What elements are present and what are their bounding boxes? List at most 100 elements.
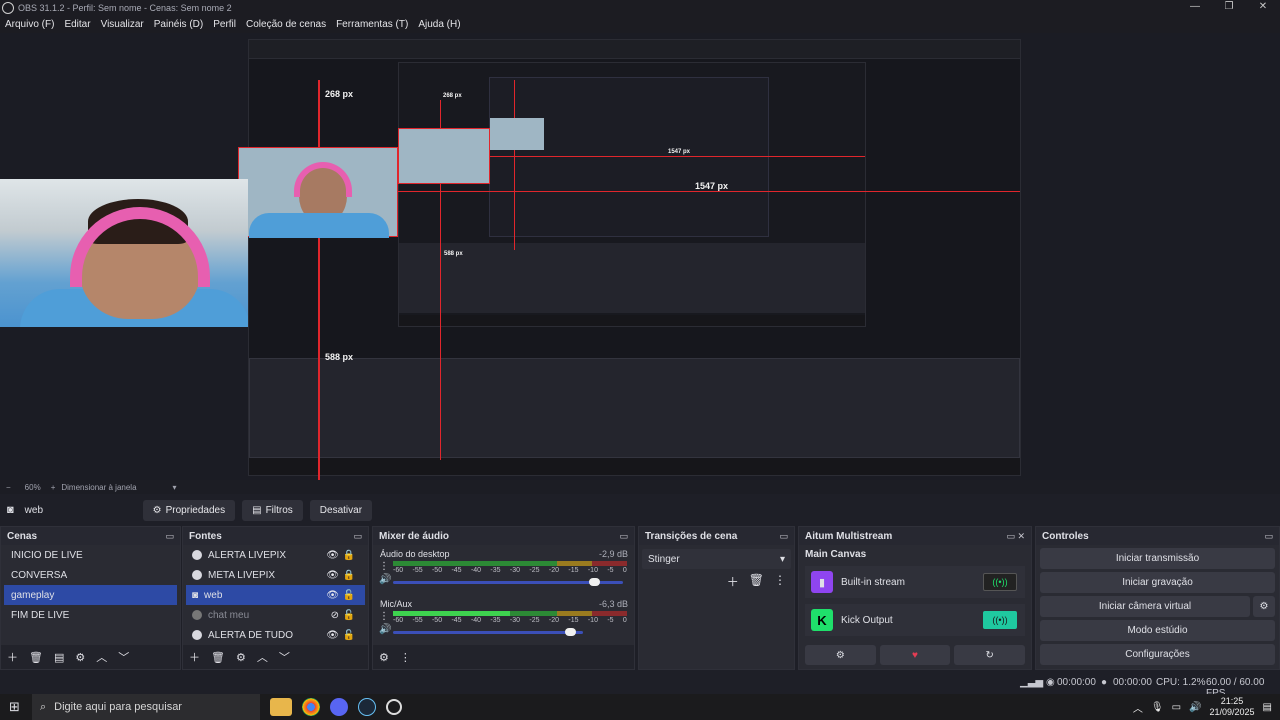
discord-icon[interactable] [330, 698, 348, 716]
mic-icon[interactable]: 🎙 [1151, 702, 1164, 713]
zoom-in-button[interactable]: + [51, 483, 56, 492]
volume-knob[interactable] [589, 578, 600, 586]
chevron-down-icon[interactable]: ﹀ [118, 649, 129, 665]
chevron-up-icon[interactable]: ︿ [257, 649, 268, 665]
gear-icon[interactable]: ⚙ [379, 651, 389, 664]
virtual-camera-settings-button[interactable]: ⚙ [1253, 596, 1275, 617]
studio-mode-button[interactable]: Modo estúdio [1040, 620, 1275, 641]
unlock-icon[interactable]: 🔓 [343, 590, 355, 601]
chevron-down-icon[interactable]: ▾ [173, 483, 177, 492]
scene-item[interactable]: CONVERSA [4, 565, 177, 585]
meter-ticks: -60 -55 -50 -45 -40 -35 -30 -25 -20 -15 -10 -5 0 [393, 567, 627, 574]
channel-db: -2,9 dB [598, 549, 628, 559]
refresh-button[interactable]: ↻ [954, 645, 1026, 665]
speaker-icon[interactable]: 🔊 [379, 624, 391, 635]
obs-taskbar-icon[interactable] [386, 699, 402, 715]
chevron-up-icon[interactable]: ︿ [96, 649, 107, 665]
kebab-menu-icon[interactable]: ⋮ [379, 561, 389, 572]
kebab-menu-icon[interactable]: ⋮ [400, 651, 411, 664]
menu-file[interactable]: Arquivo (F) [0, 19, 59, 30]
source-item-hidden[interactable]: chat meu ⊘ 🔓 [186, 605, 365, 625]
transition-select[interactable]: Stinger ▾ [642, 549, 791, 569]
add-icon[interactable]: ＋ [727, 573, 739, 590]
chrome-icon[interactable] [302, 698, 320, 716]
eye-icon[interactable]: 👁 [326, 570, 339, 581]
refresh-icon: ↻ [985, 649, 994, 661]
menu-tools[interactable]: Ferramentas (T) [331, 19, 413, 30]
steam-icon[interactable] [358, 698, 376, 716]
chevron-down-icon[interactable]: ﹀ [279, 649, 290, 665]
trash-icon[interactable]: 🗑 [211, 651, 225, 664]
start-virtual-camera-button[interactable]: Iniciar câmera virtual [1040, 596, 1250, 617]
chevron-up-icon[interactable]: ︿ [1133, 700, 1143, 715]
scene-item[interactable]: INICIO DE LIVE [4, 545, 177, 565]
filter-icon[interactable]: ▤ [54, 651, 64, 664]
dock-buttons[interactable]: ▭ ✕ [1006, 531, 1025, 542]
start-stream-button[interactable]: Iniciar transmissão [1040, 548, 1275, 569]
properties-button[interactable]: ⚙ Propriedades [142, 499, 236, 521]
gear-icon[interactable]: ⚙ [75, 651, 85, 664]
kebab-menu-icon[interactable]: ⋮ [774, 573, 786, 590]
trash-icon[interactable]: 🗑 [749, 573, 764, 590]
eye-icon[interactable]: 👁 [326, 630, 339, 641]
taskbar-search[interactable]: ⌕ Digite aqui para pesquisar [32, 694, 260, 720]
add-icon[interactable]: ＋ [7, 649, 18, 665]
webcam-source-selected[interactable] [238, 147, 398, 238]
settings-button[interactable]: ⚙ [805, 645, 876, 665]
undock-icon[interactable]: ▭ [165, 531, 174, 542]
broadcast-toggle[interactable]: ((•)) [983, 573, 1017, 591]
add-icon[interactable]: ＋ [189, 649, 200, 665]
menu-docks[interactable]: Painéis (D) [149, 19, 208, 30]
heart-icon: ♥ [912, 649, 918, 661]
scene-item-selected[interactable]: gameplay [4, 585, 177, 605]
volume-slider[interactable] [393, 631, 583, 634]
eye-hidden-icon[interactable]: ⊘ [331, 610, 339, 621]
filters-button[interactable]: ▤ Filtros [242, 499, 303, 521]
system-clock[interactable]: 21:25 21/09/2025 [1210, 696, 1255, 718]
minimize-button[interactable]: — [1178, 0, 1212, 15]
notification-icon[interactable]: ▤ [1263, 702, 1272, 713]
settings-button[interactable]: Configurações [1040, 644, 1275, 665]
trash-icon[interactable]: 🗑 [29, 651, 43, 664]
controls-title: Controles [1042, 530, 1089, 542]
deactivate-button[interactable]: Desativar [309, 499, 373, 521]
eye-icon[interactable]: 👁 [326, 550, 339, 561]
volume-knob[interactable] [565, 628, 576, 636]
undock-icon[interactable]: ▭ [779, 531, 788, 542]
scene-transitions-dock: Transições de cena ▭ Stinger ▾ ＋ 🗑 ⋮ [638, 526, 795, 670]
lock-icon[interactable]: 🔒 [343, 550, 355, 561]
start-record-button[interactable]: Iniciar gravação [1040, 572, 1275, 593]
unlock-icon[interactable]: 🔓 [343, 630, 355, 641]
source-item[interactable]: ALERTA DE TUDO 👁 🔓 [186, 625, 365, 645]
broadcast-toggle-active[interactable]: ((•)) [983, 611, 1017, 629]
menu-edit[interactable]: Editar [59, 19, 95, 30]
canvas-title: Main Canvas [805, 549, 867, 560]
network-icon[interactable]: ▭ [1172, 702, 1181, 713]
nested-guide-label-bottom: 588 px [444, 251, 463, 257]
source-item-selected[interactable]: ◙ web 👁 🔓 [186, 585, 365, 605]
speaker-icon[interactable]: 🔊 [379, 574, 391, 585]
undock-icon[interactable]: ▭ [619, 531, 628, 542]
eye-icon[interactable]: 👁 [326, 590, 339, 601]
menu-view[interactable]: Visualizar [96, 19, 149, 30]
volume-icon[interactable]: 🔊 [1189, 702, 1201, 713]
kebab-menu-icon[interactable]: ⋮ [379, 611, 389, 622]
menu-scene-collection[interactable]: Coleção de cenas [241, 19, 331, 30]
source-item[interactable]: ALERTA LIVEPIX 👁 🔒 [186, 545, 365, 565]
undock-icon[interactable]: ▭ [353, 531, 362, 542]
windows-start-icon[interactable]: ⊞ [9, 699, 20, 715]
close-button[interactable]: ✕ [1246, 0, 1280, 15]
maximize-button[interactable]: ❐ [1212, 0, 1246, 15]
scale-mode-select[interactable]: Dimensionar à janela [61, 483, 136, 492]
scene-item[interactable]: FIM DE LIVE [4, 605, 177, 625]
gear-icon[interactable]: ⚙ [236, 651, 246, 664]
unlock-icon[interactable]: 🔓 [343, 610, 355, 621]
file-explorer-icon[interactable] [270, 698, 292, 716]
menu-profile[interactable]: Perfil [208, 19, 241, 30]
donate-button[interactable]: ♥ [879, 645, 951, 665]
lock-icon[interactable]: 🔒 [343, 570, 355, 581]
undock-icon[interactable]: ▭ [1264, 531, 1273, 542]
source-item[interactable]: META LIVEPIX 👁 🔒 [186, 565, 365, 585]
menu-help[interactable]: Ajuda (H) [413, 19, 465, 30]
zoom-out-button[interactable]: − [6, 483, 11, 492]
